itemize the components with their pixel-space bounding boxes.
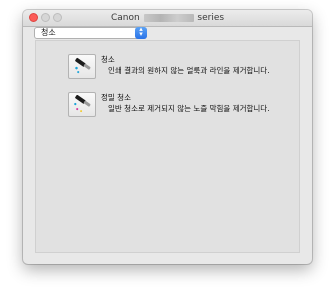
function-select-value: 청소 — [41, 28, 56, 37]
window-title: Canon series — [23, 12, 312, 24]
deep-cleaning-description: 일반 청소로 제거되지 않는 노즐 막힘을 제거합니다. — [108, 104, 270, 113]
cleaning-icon — [75, 57, 91, 74]
cleaning-button[interactable] — [68, 54, 96, 79]
window-title-prefix: Canon — [110, 13, 140, 23]
deep-cleaning-name: 정밀 청소 — [101, 93, 131, 102]
window-title-suffix: series — [197, 13, 225, 23]
cleaning-description: 인쇄 결과의 원하지 않는 얼룩과 라인을 제거합니다. — [108, 66, 270, 75]
title-bar: Canon series — [23, 10, 312, 27]
cleaning-name: 청소 — [101, 55, 115, 64]
deep-cleaning-icon — [74, 95, 91, 113]
app-window: Canon series 청소 ▴ ▾ 청소 인쇄 결과의 원하지 않는 얼룩과 … — [23, 10, 312, 264]
chevron-updown-icon: ▴ ▾ — [135, 26, 147, 39]
function-select[interactable]: 청소 ▴ ▾ — [34, 26, 147, 39]
redacted-model-name — [143, 13, 194, 22]
deep-cleaning-button[interactable] — [68, 92, 96, 117]
